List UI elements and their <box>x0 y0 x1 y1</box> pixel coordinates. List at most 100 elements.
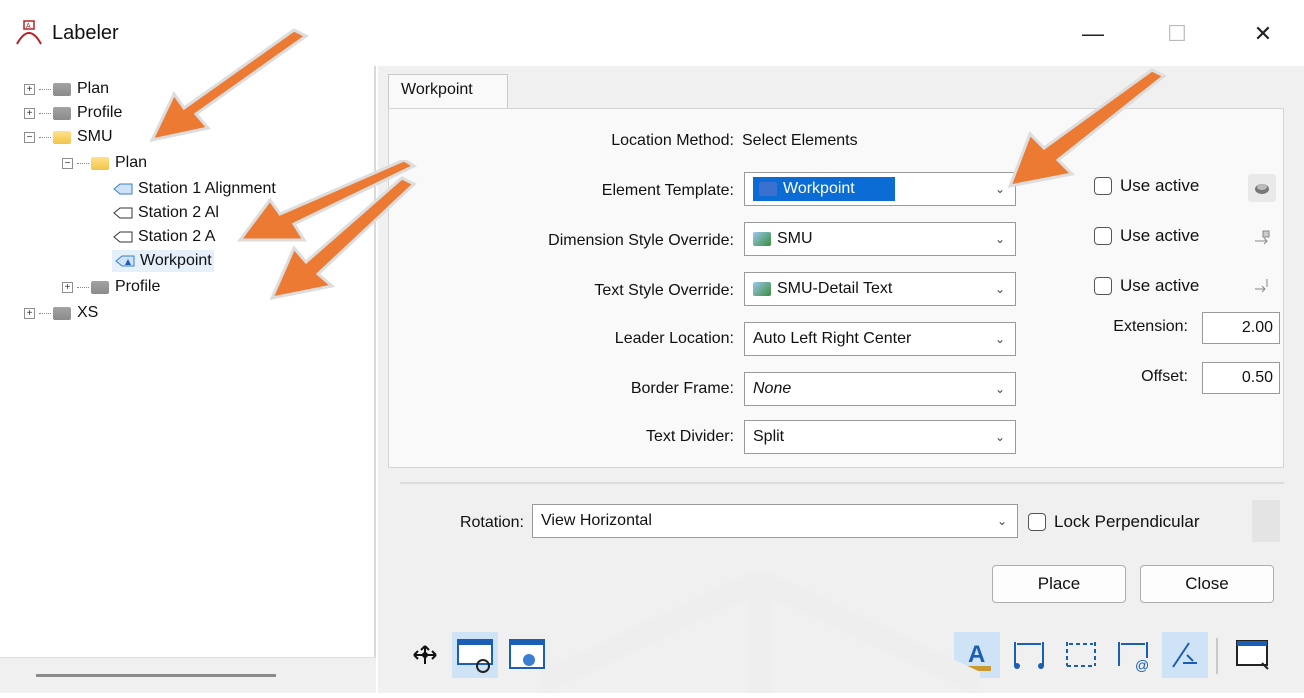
lock-perpendicular-checkbox[interactable]: Lock Perpendicular <box>1028 512 1200 532</box>
expand-icon[interactable]: + <box>24 307 35 319</box>
location-method-label: Location Method: <box>611 132 734 149</box>
element-template-dropdown[interactable]: Workpoint ⌄ <box>744 172 1016 206</box>
dimension-style-value: SMU <box>777 230 813 247</box>
scrollbar-thumb[interactable] <box>36 674 276 677</box>
dimension-style-label: Dimension Style Override: <box>548 232 734 249</box>
chevron-down-icon: ⌄ <box>994 282 1005 296</box>
leader-location-value: Auto Left Right Center <box>753 330 912 347</box>
border-frame-value: None <box>753 380 792 397</box>
location-method-value: Select Elements <box>742 132 858 149</box>
offset-input[interactable]: 0.50 <box>1202 362 1280 394</box>
text-divider-value: Split <box>753 428 785 445</box>
text-style-picker-icon[interactable] <box>1248 272 1276 300</box>
dimension-dashed-icon[interactable] <box>1058 632 1104 678</box>
tree-item-label: Profile <box>77 104 123 121</box>
text-style-icon <box>753 282 771 296</box>
chevron-down-icon: ⌄ <box>994 382 1005 396</box>
dimension-style-picker-icon[interactable] <box>1248 224 1276 252</box>
chevron-down-icon: ⌄ <box>994 332 1005 346</box>
section-divider <box>400 482 1284 484</box>
dimension-style-dropdown[interactable]: SMU ⌄ <box>744 222 1016 256</box>
close-window-button[interactable]: ✕ <box>1238 12 1288 56</box>
checkbox-box[interactable] <box>1028 513 1046 531</box>
checkbox-box[interactable] <box>1094 227 1112 245</box>
tree-item-label: Station 1 Alignment <box>138 180 276 197</box>
collapse-icon[interactable]: − <box>62 157 73 169</box>
chevron-down-icon: ⌄ <box>994 182 1005 196</box>
tree-item-label: Station 2 Al <box>138 204 219 221</box>
tree-item-smu-plan[interactable]: − Plan <box>62 152 147 174</box>
folder-icon <box>91 280 109 294</box>
tree-item-label: Station 2 A <box>138 228 216 245</box>
collapse-icon[interactable]: − <box>24 131 35 143</box>
tree-item-station-2-alignment[interactable]: Station 2 Al <box>112 202 219 224</box>
offset-label: Offset: <box>1141 368 1188 385</box>
leader-toggle-icon[interactable] <box>1162 632 1208 678</box>
maximize-button[interactable]: ☐ <box>1152 12 1202 56</box>
toolbar-separator <box>1216 638 1218 674</box>
tab-workpoint[interactable]: Workpoint <box>388 74 508 110</box>
tree-item-label: XS <box>77 304 99 321</box>
place-button[interactable]: Place <box>992 565 1126 603</box>
dimension-linear-icon[interactable] <box>1006 632 1052 678</box>
options-panel-stub <box>1252 500 1280 542</box>
use-active-dimension-style-checkbox[interactable]: Use active <box>1094 226 1199 246</box>
move-handle-icon[interactable] <box>402 632 448 678</box>
leader-location-dropdown[interactable]: Auto Left Right Center ⌄ <box>744 322 1016 356</box>
open-folder-icon <box>53 130 71 144</box>
tree-item-profile[interactable]: + Profile <box>24 102 122 124</box>
expand-icon[interactable]: + <box>24 83 35 95</box>
border-frame-dropdown[interactable]: None ⌄ <box>744 372 1016 406</box>
text-divider-label: Text Divider: <box>645 428 734 445</box>
expand-icon[interactable]: + <box>24 107 35 119</box>
lock-perpendicular-label: Lock Perpendicular <box>1054 512 1200 531</box>
expand-icon[interactable]: + <box>62 281 73 293</box>
label-template-icon <box>113 231 133 243</box>
title-bar: A Labeler — ☐ ✕ <box>0 0 1304 66</box>
use-active-element-template-checkbox[interactable]: Use active <box>1094 176 1199 196</box>
tree-item-label-suffix: s at I <box>255 228 291 245</box>
rotation-label: Rotation: <box>459 514 524 531</box>
svg-text:@: @ <box>1135 657 1149 673</box>
tree-item-xs[interactable]: + XS <box>24 302 98 324</box>
labeler-app-icon: A <box>14 18 44 53</box>
horizontal-scrollbar[interactable] <box>0 657 376 693</box>
chevron-down-icon: ⌄ <box>994 430 1005 444</box>
text-divider-dropdown[interactable]: Split ⌄ <box>744 420 1016 454</box>
window-title: Labeler <box>52 22 119 44</box>
tree-item-label: SMU <box>77 128 113 145</box>
folder-icon <box>53 106 71 120</box>
tree-item-smu[interactable]: − SMU <box>24 126 113 148</box>
tree-item-plan[interactable]: + Plan <box>24 78 109 100</box>
rotation-dropdown[interactable]: View Horizontal ⌄ <box>532 504 1018 538</box>
use-active-label: Use active <box>1120 226 1200 245</box>
dimension-at-icon[interactable]: @ <box>1110 632 1156 678</box>
checkbox-box[interactable] <box>1094 277 1112 295</box>
svg-text:A: A <box>26 23 31 30</box>
element-template-icon <box>759 182 777 196</box>
rotation-value: View Horizontal <box>541 512 652 529</box>
tree-item-station-2-alignment-at[interactable]: Station 2 A s at I <box>112 226 290 248</box>
watermark-shape <box>535 567 985 698</box>
extension-input[interactable]: 2.00 <box>1202 312 1280 344</box>
close-button[interactable]: Close <box>1140 565 1274 603</box>
open-folder-icon <box>91 156 109 170</box>
checkbox-box[interactable] <box>1094 177 1112 195</box>
tree-item-smu-profile[interactable]: + Profile <box>62 276 160 298</box>
tree-item-label: Profile <box>115 278 161 295</box>
chevron-down-icon: ⌄ <box>996 514 1007 528</box>
element-template-picker-icon[interactable] <box>1248 174 1276 202</box>
rotate-view-toggle-icon[interactable] <box>452 632 498 678</box>
tree-item-label: Plan <box>77 80 110 97</box>
tree-item-station-1-alignment[interactable]: Station 1 Alignment <box>112 178 276 200</box>
minimize-button[interactable]: — <box>1068 12 1118 56</box>
leader-location-label: Leader Location: <box>614 330 734 347</box>
element-template-value: Workpoint <box>783 180 855 197</box>
element-template-label: Element Template: <box>601 182 734 199</box>
tree-item-label: Plan <box>115 154 148 171</box>
text-style-dropdown[interactable]: SMU-Detail Text ⌄ <box>744 272 1016 306</box>
tree-item-workpoint[interactable]: Workpoint <box>112 250 214 272</box>
use-active-text-style-checkbox[interactable]: Use active <box>1094 276 1199 296</box>
border-frame-icon[interactable] <box>1230 632 1276 678</box>
workpoint-template-icon <box>115 255 135 267</box>
